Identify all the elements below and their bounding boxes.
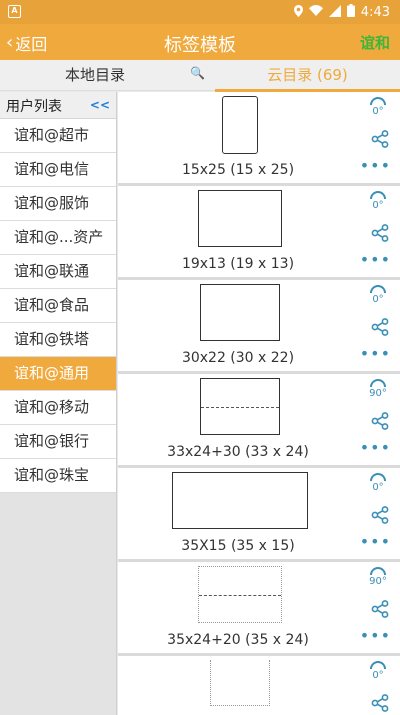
rotate-icon — [370, 285, 386, 293]
signal-icon — [328, 4, 341, 21]
tab-cloud-directory[interactable]: 云目录 (69) — [215, 60, 400, 92]
sidebar-item-apparel[interactable]: 谊和@服饰 — [0, 187, 116, 221]
sidebar-item-tower[interactable]: 谊和@铁塔 — [0, 323, 116, 357]
template-name: 19x13 (19 x 13) — [181, 256, 295, 272]
sidebar-item-supermarket[interactable]: 谊和@超市 — [0, 119, 116, 153]
sidebar-item-food[interactable]: 谊和@食品 — [0, 289, 116, 323]
collapse-sidebar-button[interactable]: << — [90, 98, 110, 112]
template-card[interactable]: 33x24+30 (33 x 24) 90° ••• — [118, 374, 400, 468]
rotate-icon — [370, 567, 386, 575]
share-icon[interactable] — [371, 412, 389, 434]
back-button[interactable]: ‹ 返回 — [6, 31, 47, 55]
rotation-button[interactable]: 0° — [366, 191, 390, 211]
label-preview — [200, 284, 280, 341]
rotation-button[interactable]: 0° — [366, 97, 390, 117]
more-options-icon[interactable]: ••• — [360, 252, 391, 268]
label-preview — [198, 566, 282, 623]
template-card[interactable]: 30x22 (30 x 22) 0° ••• — [118, 280, 400, 374]
rotation-value: 0° — [372, 294, 384, 305]
user-list-sidebar: 用户列表 << 谊和@超市 谊和@电信 谊和@服饰 谊和@...资产 谊和@联通… — [0, 92, 117, 715]
template-card[interactable]: 35x24+20 (35 x 24) 90° ••• — [118, 562, 400, 656]
rotation-value: 0° — [372, 106, 384, 117]
notification-icon: A — [8, 5, 21, 18]
label-preview — [210, 660, 270, 706]
sidebar-item-unicom[interactable]: 谊和@联通 — [0, 255, 116, 289]
sidebar-item-general[interactable]: 谊和@通用 — [0, 357, 116, 391]
rotation-value: 0° — [372, 670, 384, 681]
directory-tabs: 本地目录 🔍 云目录 (69) — [0, 60, 400, 92]
more-options-icon[interactable]: ••• — [360, 628, 391, 644]
tab-local-directory[interactable]: 本地目录 — [0, 60, 190, 91]
more-options-icon[interactable]: ••• — [360, 346, 391, 362]
rotate-icon — [370, 191, 386, 199]
wifi-icon — [308, 5, 323, 20]
chevron-left-icon: ‹ — [6, 32, 14, 53]
template-name: 33x24+30 (33 x 24) — [167, 444, 309, 460]
rotate-icon — [370, 473, 386, 481]
template-name: 15x25 (15 x 25) — [181, 162, 295, 178]
rotation-button[interactable]: 90° — [366, 567, 390, 587]
location-icon — [293, 4, 303, 21]
perforation-line — [199, 594, 281, 596]
rotation-value: 0° — [372, 482, 384, 493]
share-icon[interactable] — [371, 130, 389, 152]
sidebar-item-assets[interactable]: 谊和@...资产 — [0, 221, 116, 255]
sidebar-item-mobile[interactable]: 谊和@移动 — [0, 391, 116, 425]
template-card[interactable]: 19x13 (19 x 13) 0° ••• — [118, 186, 400, 280]
perforation-line — [201, 406, 279, 408]
rotation-button[interactable]: 0° — [366, 661, 390, 681]
rotation-value: 90° — [369, 576, 387, 587]
share-icon[interactable] — [371, 694, 389, 715]
rotation-button[interactable]: 0° — [366, 473, 390, 493]
status-bar: A 4:43 — [0, 0, 400, 24]
label-preview — [200, 378, 280, 435]
sidebar-header: 用户列表 << — [0, 92, 116, 119]
more-options-icon[interactable]: ••• — [360, 158, 391, 174]
battery-icon — [346, 4, 355, 21]
rotate-icon — [370, 97, 386, 105]
sidebar-item-bank[interactable]: 谊和@银行 — [0, 425, 116, 459]
template-card[interactable]: 0° — [118, 656, 400, 715]
rotate-icon — [370, 661, 386, 669]
clock: 4:43 — [360, 5, 390, 20]
template-name: 35x24+20 (35 x 24) — [167, 632, 309, 648]
rotation-button[interactable]: 90° — [366, 379, 390, 399]
sidebar-item-telecom[interactable]: 谊和@电信 — [0, 153, 116, 187]
sidebar-item-jewelry[interactable]: 谊和@珠宝 — [0, 459, 116, 493]
title-bar: ‹ 返回 标签模板 谊和 — [0, 24, 400, 60]
more-options-icon[interactable]: ••• — [360, 440, 391, 456]
user-action-button[interactable]: 谊和 — [360, 32, 390, 53]
page-title: 标签模板 — [164, 35, 236, 56]
sidebar-title: 用户列表 — [6, 99, 62, 115]
share-icon[interactable] — [371, 506, 389, 528]
template-list: 15x25 (15 x 25) 0° ••• 19x13 (19 x 13) 0… — [118, 92, 400, 715]
share-icon[interactable] — [371, 318, 389, 340]
back-label: 返回 — [15, 35, 48, 54]
rotate-icon — [370, 379, 386, 387]
label-preview — [172, 472, 308, 529]
label-preview — [198, 190, 282, 247]
share-icon[interactable] — [371, 600, 389, 622]
rotation-value: 0° — [372, 200, 384, 211]
label-preview — [222, 96, 258, 154]
share-icon[interactable] — [371, 224, 389, 246]
template-card[interactable]: 35X15 (35 x 15) 0° ••• — [118, 468, 400, 562]
template-name: 30x22 (30 x 22) — [181, 350, 295, 366]
more-options-icon[interactable]: ••• — [360, 534, 391, 550]
template-card[interactable]: 15x25 (15 x 25) 0° ••• — [118, 92, 400, 186]
rotation-button[interactable]: 0° — [366, 285, 390, 305]
rotation-value: 90° — [369, 388, 387, 399]
search-icon[interactable]: 🔍 — [190, 66, 205, 80]
status-icons: 4:43 — [293, 4, 390, 21]
template-name: 35X15 (35 x 15) — [181, 538, 295, 554]
